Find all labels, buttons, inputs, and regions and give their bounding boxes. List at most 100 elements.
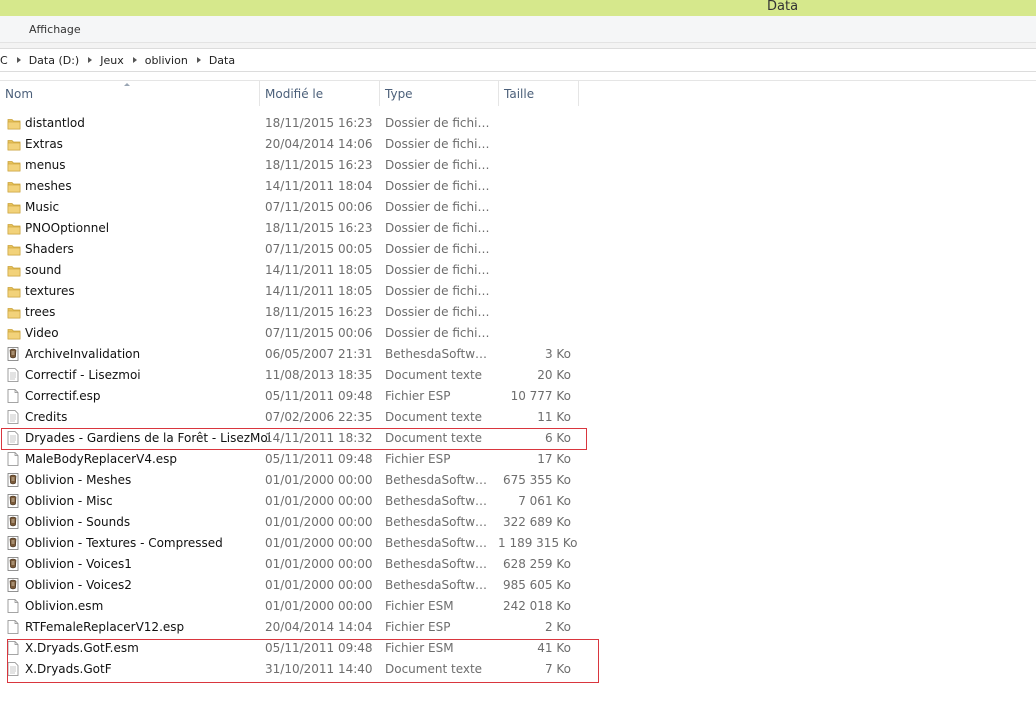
file-type: Dossier de fichiers — [385, 179, 493, 193]
column-header-modified[interactable]: Modifié le — [259, 81, 379, 106]
ribbon: Affichage — [0, 16, 1036, 43]
file-modified: 05/11/2011 09:48 — [265, 389, 373, 403]
breadcrumb-item[interactable]: Data — [209, 54, 235, 67]
file-size: 3 Ko — [544, 347, 571, 361]
file-row[interactable]: Oblivion - Meshes 01/01/2000 00:00 Bethesd… — [0, 470, 600, 491]
file-row[interactable]: Oblivion - Voices1 01/01/2000 00:00 Bethes… — [0, 554, 600, 575]
column-headers: Nom Modifié le Type Taille — [0, 81, 580, 106]
file-row[interactable]: sound 14/11/2011 18:05 Dossier de fichiers — [0, 260, 600, 281]
breadcrumb-item[interactable]: Data (D:) — [29, 54, 80, 67]
file-modified: 18/11/2015 16:23 — [265, 116, 373, 130]
file-size: 10 777 Ko — [510, 389, 571, 403]
file-row[interactable]: Correctif.esp 05/11/2011 09:48 Fichier ESP… — [0, 386, 600, 407]
file-type: Dossier de fichiers — [385, 200, 493, 214]
highlight-box-xdryads — [7, 639, 599, 683]
file-type: Dossier de fichiers — [385, 284, 493, 298]
file-row[interactable]: textures 14/11/2011 18:05 Dossier de fichi… — [0, 281, 600, 302]
breadcrumb-item[interactable]: Jeux — [100, 54, 124, 67]
file-name: trees — [25, 305, 56, 319]
file-row[interactable]: Extras 20/04/2014 14:06 Dossier de fichier… — [0, 134, 600, 155]
file-row[interactable]: meshes 14/11/2011 18:04 Dossier de fichier… — [0, 176, 600, 197]
file-row[interactable]: trees 18/11/2015 16:23 Dossier de fichiers — [0, 302, 600, 323]
file-row[interactable]: PNOOptionnel 18/11/2015 16:23 Dossier de f… — [0, 218, 600, 239]
file-row[interactable]: Oblivion.esm 01/01/2000 00:00 Fichier ESM 2… — [0, 596, 600, 617]
file-list: distantlod 18/11/2015 16:23 Dossier de fic… — [0, 113, 600, 680]
file-type: Fichier ESP — [385, 620, 451, 634]
file-type: Fichier ESM — [385, 599, 454, 613]
file-type: BethesdaSoftwork... — [385, 494, 493, 508]
column-header-size[interactable]: Taille — [498, 81, 579, 106]
file-row[interactable]: Oblivion - Sounds 01/01/2000 00:00 Bethesd… — [0, 512, 600, 533]
file-type: Dossier de fichiers — [385, 242, 493, 256]
file-modified: 07/11/2015 00:06 — [265, 200, 373, 214]
file-name: MaleBodyReplacerV4.esp — [25, 452, 178, 466]
file-row[interactable]: Correctif - Lisezmoi 11/08/2013 18:35 Docu… — [0, 365, 600, 386]
file-modified: 14/11/2011 18:05 — [265, 263, 373, 277]
column-header-type[interactable]: Type — [379, 81, 498, 106]
file-type: BethesdaSoftwork... — [385, 515, 493, 529]
file-type: Dossier de fichiers — [385, 305, 493, 319]
breadcrumb-item[interactable]: oblivion — [145, 54, 188, 67]
file-row[interactable]: Oblivion - Misc 01/01/2000 00:00 BethesdaS… — [0, 491, 600, 512]
file-modified: 20/04/2014 14:06 — [265, 137, 373, 151]
file-row[interactable]: ArchiveInvalidation 06/05/2007 21:31 Bethe… — [0, 344, 600, 365]
tab-view[interactable]: Affichage — [29, 23, 81, 36]
file-type: BethesdaSoftwork... — [385, 347, 493, 361]
address-bar[interactable]: C Data (D:) Jeux oblivion Data — [0, 48, 1036, 72]
file-row[interactable]: RTFemaleReplacerV12.esp 20/04/2014 14:04 F… — [0, 617, 600, 638]
breadcrumb-chevron-icon[interactable] — [196, 57, 201, 63]
file-name: Oblivion - Textures - Compressed — [25, 536, 223, 550]
file-row[interactable]: Shaders 07/11/2015 00:05 Dossier de fichie… — [0, 239, 600, 260]
file-name: menus — [25, 158, 66, 172]
file-name: Music — [25, 200, 60, 214]
file-modified: 18/11/2015 16:23 — [265, 158, 373, 172]
file-size: 1 189 315 Ko — [498, 536, 578, 550]
file-row[interactable]: Video 07/11/2015 00:06 Dossier de fichiers — [0, 323, 600, 344]
file-row[interactable]: Music 07/11/2015 00:06 Dossier de fichiers — [0, 197, 600, 218]
file-modified: 07/11/2015 00:06 — [265, 326, 373, 340]
file-modified: 07/02/2006 22:35 — [265, 410, 373, 424]
file-type: Dossier de fichiers — [385, 221, 493, 235]
file-row[interactable]: Oblivion - Textures - Compressed 01/01/20… — [0, 533, 600, 554]
file-modified: 01/01/2000 00:00 — [265, 578, 373, 592]
file-size: 17 Ko — [537, 452, 571, 466]
file-size: 675 355 Ko — [502, 473, 571, 487]
file-row[interactable]: distantlod 18/11/2015 16:23 Dossier de fic… — [0, 113, 600, 134]
file-modified: 18/11/2015 16:23 — [265, 305, 373, 319]
column-header-name[interactable]: Nom — [0, 81, 258, 106]
file-size: 11 Ko — [537, 410, 571, 424]
file-name: Oblivion.esm — [25, 599, 104, 613]
file-row[interactable]: MaleBodyReplacerV4.esp 05/11/2011 09:48 Fi… — [0, 449, 600, 470]
file-name: Extras — [25, 137, 63, 151]
address-gap — [0, 72, 1036, 81]
file-type: Dossier de fichiers — [385, 263, 493, 277]
file-name: PNOOptionnel — [25, 221, 110, 235]
file-type: BethesdaSoftwork... — [385, 578, 493, 592]
file-type: BethesdaSoftwork... — [385, 557, 493, 571]
column-header-modified-label: Modifié le — [265, 87, 324, 101]
file-size: 985 605 Ko — [502, 578, 571, 592]
file-modified: 05/11/2011 09:48 — [265, 452, 373, 466]
file-type: Fichier ESP — [385, 452, 451, 466]
file-modified: 18/11/2015 16:23 — [265, 221, 373, 235]
title-bar: Data — [0, 0, 1036, 16]
breadcrumb-chevron-icon[interactable] — [88, 57, 93, 63]
file-size: 20 Ko — [537, 368, 571, 382]
file-modified: 07/11/2015 00:05 — [265, 242, 373, 256]
breadcrumb-chevron-icon[interactable] — [16, 57, 21, 63]
file-name: ArchiveInvalidation — [25, 347, 141, 361]
file-modified: 01/01/2000 00:00 — [265, 557, 373, 571]
file-row[interactable]: menus 18/11/2015 16:23 Dossier de fichiers — [0, 155, 600, 176]
file-name: Video — [25, 326, 59, 340]
file-modified: 20/04/2014 14:04 — [265, 620, 373, 634]
file-name: Correctif.esp — [25, 389, 101, 403]
file-modified: 11/08/2013 18:35 — [265, 368, 373, 382]
file-name: Credits — [25, 410, 68, 424]
file-row[interactable]: Oblivion - Voices2 01/01/2000 00:00 Bethes… — [0, 575, 600, 596]
breadcrumb-chevron-icon[interactable] — [132, 57, 137, 63]
file-size: 2 Ko — [544, 620, 571, 634]
column-header-size-label: Taille — [504, 87, 535, 101]
breadcrumb-item[interactable]: C — [0, 54, 8, 67]
file-row[interactable]: Credits 07/02/2006 22:35 Document texte 11 … — [0, 407, 600, 428]
file-name: Shaders — [25, 242, 74, 256]
